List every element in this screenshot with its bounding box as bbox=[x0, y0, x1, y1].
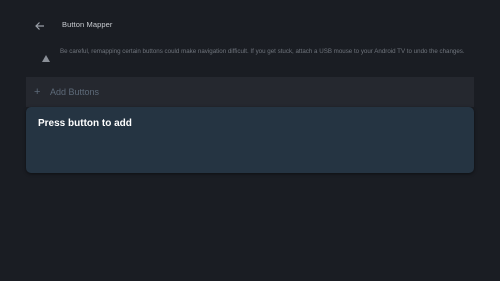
warning-notice: Be careful, remapping certain buttons co… bbox=[42, 48, 482, 68]
plus-icon: + bbox=[34, 86, 41, 98]
add-buttons-button[interactable]: + Add Buttons bbox=[26, 77, 474, 107]
press-button-dialog: Press button to add bbox=[26, 107, 474, 173]
warning-text: Be careful, remapping certain buttons co… bbox=[60, 48, 465, 55]
page-title: Button Mapper bbox=[62, 20, 113, 29]
dialog-message: Press button to add bbox=[38, 118, 132, 129]
warning-triangle-icon bbox=[42, 49, 50, 62]
arrow-left-icon[interactable] bbox=[34, 19, 46, 31]
add-buttons-label: Add Buttons bbox=[50, 87, 100, 97]
header: Button Mapper bbox=[0, 14, 500, 40]
